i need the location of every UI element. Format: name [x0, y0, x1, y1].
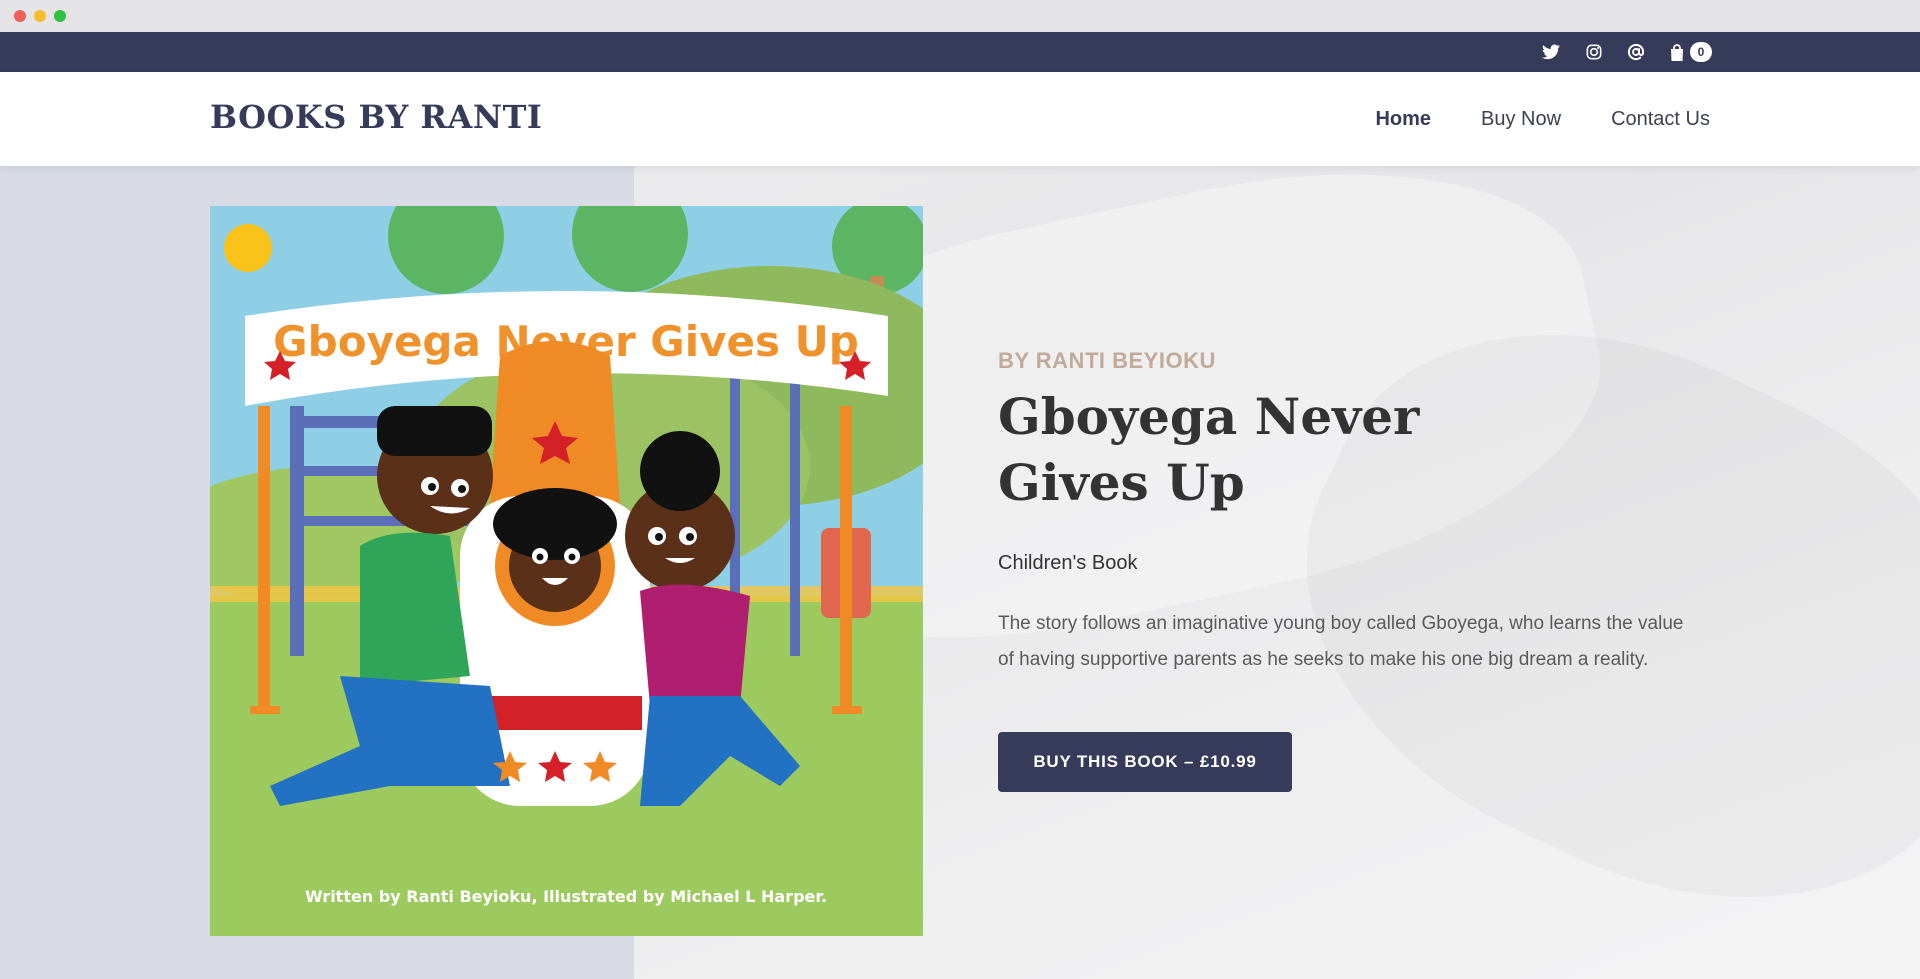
svg-text:Written by Ranti Beyioku, Illu: Written by Ranti Beyioku, Illustrated by…: [305, 887, 827, 906]
hero-section: Gboyega Never Gives Up Written by Ranti …: [0, 166, 1920, 979]
book-category: Children's Book: [998, 552, 1138, 574]
cart-count-badge[interactable]: 0: [1690, 42, 1712, 62]
maximize-window-button[interactable]: [54, 10, 66, 22]
book-description: The story follows an imaginative young b…: [998, 613, 1684, 670]
nav-home[interactable]: Home: [1375, 108, 1431, 131]
nav-buy-now[interactable]: Buy Now: [1481, 108, 1561, 131]
email-at-icon[interactable]: [1625, 41, 1647, 63]
top-bar: 0: [0, 32, 1920, 72]
author-byline: BY RANTI BEYIOKU: [998, 348, 1216, 373]
site-header: BOOKS BY RANTI Home Buy Now Contact Us: [0, 72, 1920, 166]
book-cover-image: Gboyega Never Gives Up Written by Ranti …: [210, 206, 923, 936]
book-title: Gboyega Never Gives Up: [998, 387, 1420, 512]
site-logo[interactable]: BOOKS BY RANTI: [210, 98, 542, 136]
nav-contact-us[interactable]: Contact Us: [1611, 108, 1710, 131]
main-nav: Home Buy Now Contact Us: [1375, 108, 1710, 131]
twitter-icon[interactable]: [1540, 41, 1562, 63]
shopping-bag-icon[interactable]: [1666, 41, 1688, 63]
buy-book-button[interactable]: BUY THIS BOOK – £10.99: [998, 732, 1292, 792]
browser-chrome: [0, 0, 1920, 32]
close-window-button[interactable]: [14, 10, 26, 22]
minimize-window-button[interactable]: [34, 10, 46, 22]
instagram-icon[interactable]: [1583, 41, 1605, 63]
